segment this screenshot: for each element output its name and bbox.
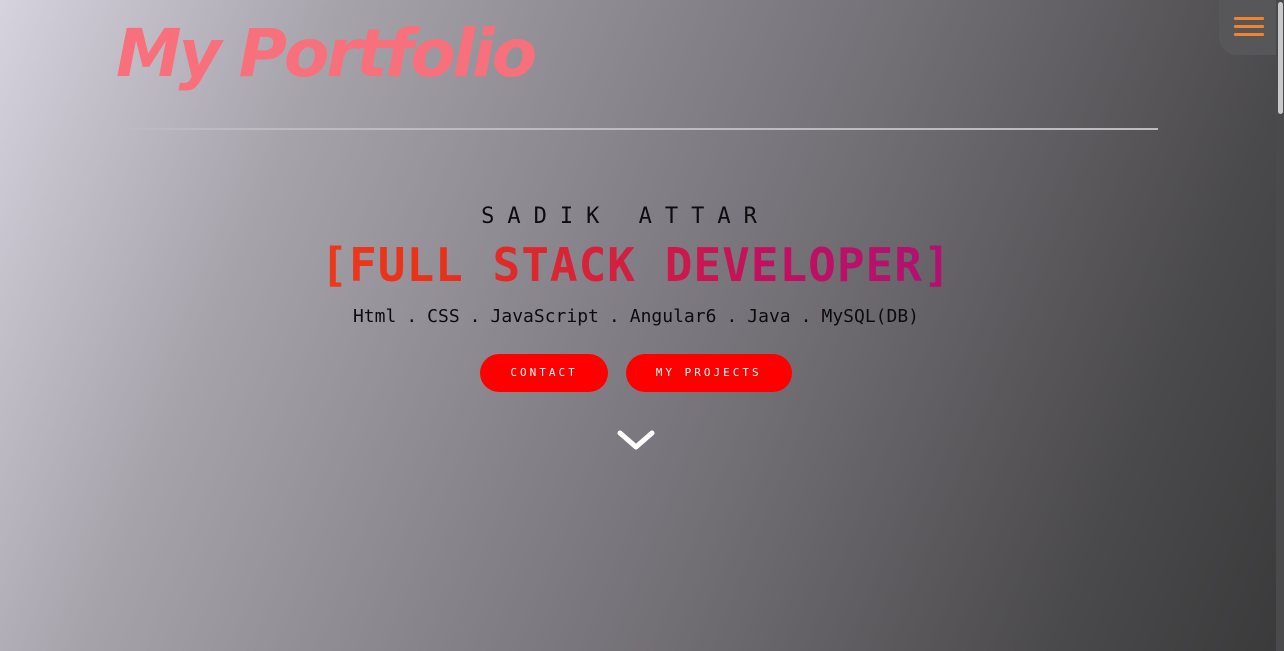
- site-logo[interactable]: My Portfolio: [116, 17, 537, 91]
- skills-list: Html. CSS. JavaScript. Angular6. Java. MySQL(…: [0, 302, 1272, 332]
- chevron-down-icon[interactable]: [616, 425, 656, 455]
- typing-caret: [789, 206, 791, 228]
- skill-separator: .: [800, 306, 812, 327]
- hamburger-menu-icon: [1234, 17, 1264, 20]
- skill-item: CSS: [427, 306, 460, 327]
- hero-title: [FULL STACK DEVELOPER]: [0, 236, 1272, 294]
- skill-item: JavaScript: [490, 306, 599, 327]
- hamburger-menu-icon-bar: [1234, 33, 1264, 36]
- my-projects-button[interactable]: MY PROJECTS: [625, 354, 792, 392]
- header-divider: [114, 128, 1158, 130]
- hero-buttons: CONTACT MY PROJECTS: [0, 354, 1272, 392]
- page-scrollbar[interactable]: [1276, 0, 1284, 651]
- skill-item: Java: [747, 306, 791, 327]
- menu-button[interactable]: [1219, 0, 1276, 55]
- hero-name-text: SADIK ATTAR: [481, 204, 770, 229]
- skill-item: Angular6: [629, 306, 717, 327]
- contact-button[interactable]: CONTACT: [480, 354, 608, 392]
- skill-separator: .: [726, 306, 738, 327]
- skill-separator: .: [608, 306, 620, 327]
- skill-separator: .: [406, 306, 418, 327]
- scrollbar-thumb[interactable]: [1278, 2, 1283, 114]
- skill-item: Html: [352, 306, 397, 327]
- hamburger-menu-icon-bar: [1234, 25, 1264, 28]
- hero-section: SADIK ATTAR [FULL STACK DEVELOPER] Html.…: [0, 198, 1272, 392]
- skill-item: MySQL(DB): [821, 306, 920, 327]
- hero-name: SADIK ATTAR: [0, 198, 1272, 236]
- skill-separator: .: [469, 306, 481, 327]
